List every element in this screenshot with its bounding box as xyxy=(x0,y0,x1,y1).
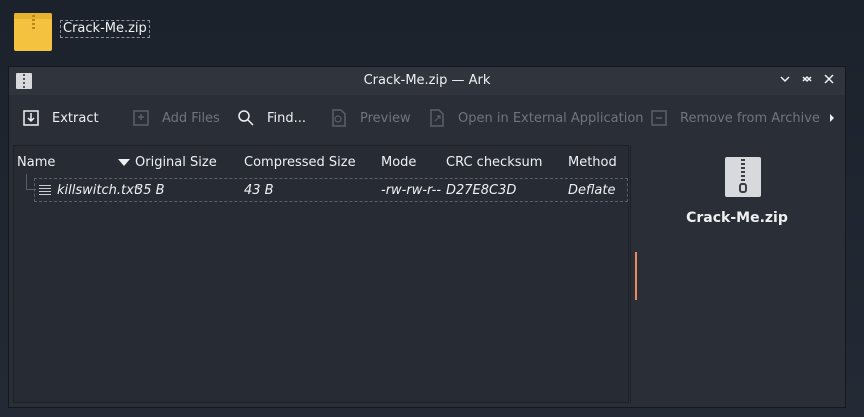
cell-compressed-size: 43 B xyxy=(244,183,274,198)
extract-button[interactable]: Extract xyxy=(22,105,99,131)
maximize-button[interactable] xyxy=(797,71,817,91)
zip-archive-icon xyxy=(725,157,761,197)
column-header-name[interactable]: Name xyxy=(17,155,55,170)
preview-icon xyxy=(332,109,346,127)
add-files-label: Add Files xyxy=(162,110,220,126)
toolbar: Extract Add Files Find... Preview Open i… xyxy=(9,97,845,141)
toolbar-overflow-button[interactable] xyxy=(827,105,837,131)
cell-name: killswitch.txt xyxy=(57,183,139,198)
info-archive-name: Crack-Me.zip xyxy=(686,210,788,226)
cell-mode: -rw-rw-r-- xyxy=(381,183,442,198)
open-external-label: Open in External Application xyxy=(458,110,644,126)
cell-original-size: 35 B xyxy=(135,183,165,198)
column-header-original-size[interactable]: Original Size xyxy=(135,155,217,170)
close-button[interactable] xyxy=(819,71,839,91)
extract-icon xyxy=(23,110,39,126)
splitter-handle[interactable] xyxy=(635,252,637,300)
remove-label: Remove from Archive xyxy=(680,110,820,126)
zip-file-desktop-icon[interactable] xyxy=(14,13,52,51)
close-icon xyxy=(824,74,834,84)
sort-descending-icon xyxy=(118,159,130,166)
window-title: Crack-Me.zip — Ark xyxy=(363,73,491,88)
add-files-icon xyxy=(133,110,149,126)
preview-button[interactable]: Preview xyxy=(330,105,411,131)
open-external-button[interactable]: Open in External Application xyxy=(428,105,644,131)
maximize-icon xyxy=(802,75,812,82)
open-external-icon xyxy=(430,109,444,127)
preview-label: Preview xyxy=(360,110,411,126)
remove-from-archive-button[interactable]: Remove from Archive xyxy=(650,105,820,131)
text-file-icon xyxy=(39,185,51,195)
cell-method: Deflate xyxy=(568,183,616,198)
column-header-crc[interactable]: CRC checksum xyxy=(446,155,542,170)
column-header-mode[interactable]: Mode xyxy=(381,155,416,170)
ark-window: Crack-Me.zip — Ark Extract Add Files Fin… xyxy=(8,66,846,408)
zipper-icon xyxy=(32,15,35,29)
chevron-right-icon xyxy=(830,114,834,122)
zipper-pull-icon xyxy=(739,183,747,193)
chevron-down-icon xyxy=(780,76,790,83)
column-header-compressed-size[interactable]: Compressed Size xyxy=(244,155,356,170)
find-label: Find... xyxy=(267,110,307,126)
search-icon xyxy=(238,110,254,126)
column-header-method[interactable]: Method xyxy=(568,155,617,170)
info-panel: Crack-Me.zip xyxy=(630,145,843,403)
extract-label: Extract xyxy=(52,110,99,126)
remove-icon xyxy=(651,110,667,126)
cell-crc: D27E8C3D xyxy=(446,183,517,198)
desktop: Crack-Me.zip Crack-Me.zip — Ark Extract … xyxy=(0,0,864,417)
find-button[interactable]: Find... xyxy=(237,105,306,131)
window-menu-button[interactable] xyxy=(775,71,795,91)
table-row[interactable]: killswitch.txt 35 B 43 B -rw-rw-r-- D27E… xyxy=(34,178,628,202)
desktop-icon-label[interactable]: Crack-Me.zip xyxy=(60,20,150,38)
title-bar[interactable]: Crack-Me.zip — Ark xyxy=(9,67,845,95)
add-files-button[interactable]: Add Files xyxy=(132,105,220,131)
archive-file-table[interactable]: Name Original Size Compressed Size Mode … xyxy=(13,145,629,403)
